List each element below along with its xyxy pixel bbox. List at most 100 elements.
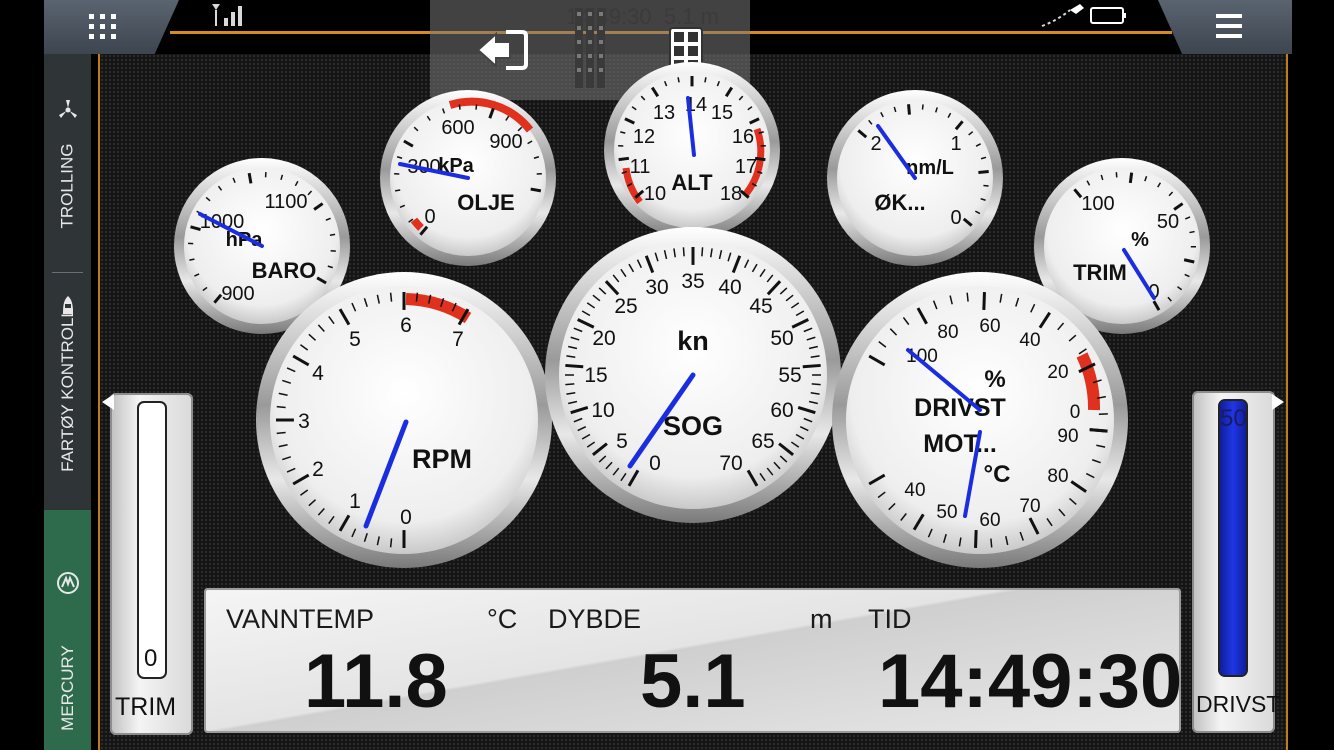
alt-label: ALT [671,170,713,195]
trim-bar-value: 0 [144,645,158,672]
sog-tick-label: 40 [718,276,741,299]
rpm-tick-label: 0 [400,506,412,529]
drivst-bar-value: 50 [1220,405,1247,432]
gauge-tick [1189,230,1195,234]
gauge-tick [394,189,401,192]
gauge-tick [389,292,393,302]
gauge-tick [982,292,986,311]
gauge-tick [907,104,911,115]
sog-gauge[interactable]: 0 5 10 15 20 25 30 35 40 45 50 55 60 65 … [545,227,841,523]
gauge-tick [811,383,821,386]
drivst-unit: % [984,366,1005,393]
sog-tick-label: 30 [645,276,668,299]
sog-unit: kn [677,326,709,356]
sog-tick-label: 25 [614,295,637,318]
dybde-value: 5.1 [640,639,746,724]
sog-label: SOG [663,411,723,441]
tid-label: TID [868,604,912,634]
drivst-tick-label: 20 [1047,362,1068,383]
tid-value: 14:49:30 [878,639,1183,724]
trim-label: TRIM [1073,260,1127,285]
olje-tick-label: 900 [489,131,522,153]
gauge-tick [189,258,195,261]
gauge-tick [704,77,707,83]
rpm-label: RPM [412,444,472,474]
mot-tick-label: 50 [936,502,957,523]
oek-tick-label: 0 [950,207,961,229]
rpm-tick-label: 7 [452,328,464,351]
drivst-mot-gauge[interactable]: 100 80 60 40 20 0 40 50 60 70 80 90 % DR… [832,272,1128,568]
gauge-tick [682,247,685,257]
mot-unit: °C [984,461,1011,488]
alt-tick-label: 13 [653,102,675,124]
rpm-tick-label: 6 [400,314,412,337]
baro-tick-label: 1100 [264,191,307,213]
olje-gauge[interactable]: 0 300 600 900 kPa OLJE [380,90,556,266]
alt-tick-label: 17 [735,156,757,178]
data-bar[interactable]: VANNTEMP °C 11.8 DYBDE m 5.1 TID 14:49:3… [204,588,1183,733]
gauge-tick [276,405,286,409]
trim-unit: % [1131,229,1149,251]
baro-label: BARO [252,258,317,283]
vanntemp-unit: °C [487,604,518,634]
drivst-tick-label: 0 [1070,402,1081,423]
baro-tick-label: 900 [221,283,254,305]
gauge-tick [565,363,584,369]
drivst-bar-gauge[interactable]: 50 DRIVST [1192,391,1280,733]
drivst-tick-label: 80 [937,322,958,343]
gauge-tick [677,77,680,83]
gauge-tick [247,172,253,184]
vanntemp-label: VANNTEMP [226,604,375,634]
rpm-tick-label: 2 [312,458,324,481]
gauge-tick [565,383,575,386]
mot-tick-label: 80 [1047,466,1068,487]
mot-tick-label: 70 [1019,496,1040,517]
rpm-tick-label: 1 [349,490,361,513]
gauge-tick [966,292,969,302]
vanntemp-value: 11.8 [304,639,448,724]
oek-tick-label: 1 [950,133,961,155]
alt-tick-label: 12 [633,126,655,148]
mot-tick-label: 60 [979,510,1000,531]
app-root: TROLLING FARTØY KONTROLL MERCURY 14:49:3… [0,0,1334,750]
rpm-gauge[interactable]: 0 1 2 3 4 5 6 7 RPM [256,272,552,568]
alt-tick-label: 11 [630,156,651,178]
oek-label: ØK... [874,190,925,215]
olje-tick-label: 0 [424,206,435,228]
gauge-tick [389,538,393,548]
drivst-tick-label: 40 [1019,330,1040,351]
sog-tick-label: 50 [770,327,793,350]
gauge-tick [276,431,286,435]
drivst-bar-marker-icon [1272,394,1284,410]
sog-tick-label: 60 [770,399,793,422]
olje-tick-label: 600 [441,117,474,139]
rpm-tick-label: 3 [298,410,310,433]
gauge-tick [530,187,542,193]
oek-tick-label: 2 [870,133,881,155]
gauge-tick [618,156,630,162]
trim-bar-tube [137,401,167,679]
alt-gauge[interactable]: 10 11 12 13 14 15 16 17 18 ALT [604,62,780,238]
gauge-tick [329,233,336,236]
gauge-tick [974,529,978,548]
alt-tick-label: 16 [732,126,754,148]
sog-tick-label: 20 [592,327,615,350]
drivst-bar-tube [1218,399,1248,677]
mot-label: MOT... [923,430,997,458]
rpm-tick-label: 4 [312,362,324,385]
gauge-tick [990,538,993,548]
gauge-tick [1089,428,1108,433]
olje-label: OLJE [457,190,514,215]
gauge-tick [983,184,989,187]
gauge-tick [415,292,419,302]
alt-tick-label: 15 [711,102,733,124]
gauge-tick [921,104,924,110]
mot-tick-label: 40 [904,480,925,501]
sog-tick-label: 15 [584,364,607,387]
oek-gauge[interactable]: 2 1 0 nm/L ØK... [827,90,1003,266]
sog-tick-label: 0 [649,452,661,475]
gauge-tick [458,104,461,110]
alt-tick-label: 10 [644,183,666,205]
trim-bar-gauge[interactable]: 0 TRIM [110,393,193,735]
dybde-label: DYBDE [548,604,642,634]
